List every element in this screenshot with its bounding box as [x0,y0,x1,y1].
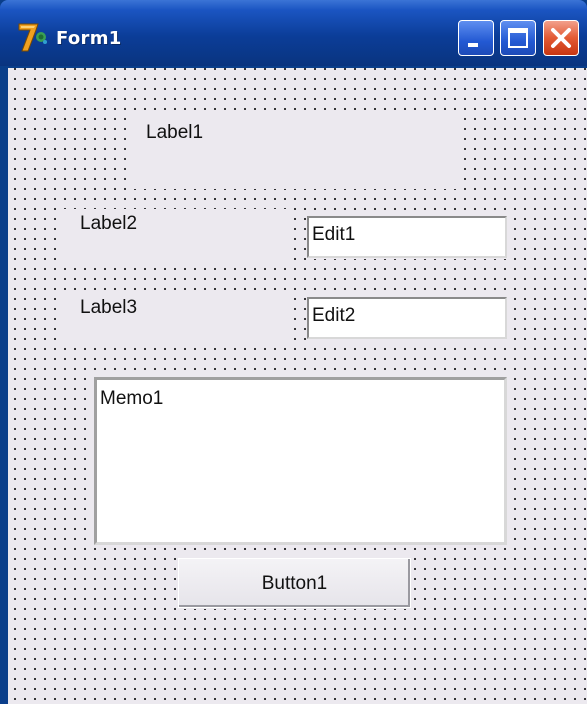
form-designer-surface[interactable]: Label1 Label2 Label3 Edit1 Edit2 Memo1 B… [8,68,587,704]
button1[interactable]: Button1 [178,558,411,608]
minimize-icon [468,43,478,47]
label2[interactable]: Label2 [64,209,288,260]
window-title: Form1 [56,28,122,49]
label3[interactable]: Label3 [64,293,288,344]
close-button[interactable] [543,20,579,56]
form-window: Form1 Label1 Label2 Label3 Edit1 Edit2 M… [0,0,587,704]
edit1-input[interactable]: Edit1 [307,216,507,258]
memo1-textarea[interactable]: Memo1 [94,377,507,545]
title-bar[interactable]: Form1 [0,0,587,66]
maximize-button[interactable] [500,20,536,56]
maximize-icon [508,28,528,48]
minimize-button[interactable] [458,20,494,56]
close-icon [551,28,571,48]
edit2-input[interactable]: Edit2 [307,297,507,339]
label1[interactable]: Label1 [132,118,456,189]
delphi-app-icon [18,23,47,52]
